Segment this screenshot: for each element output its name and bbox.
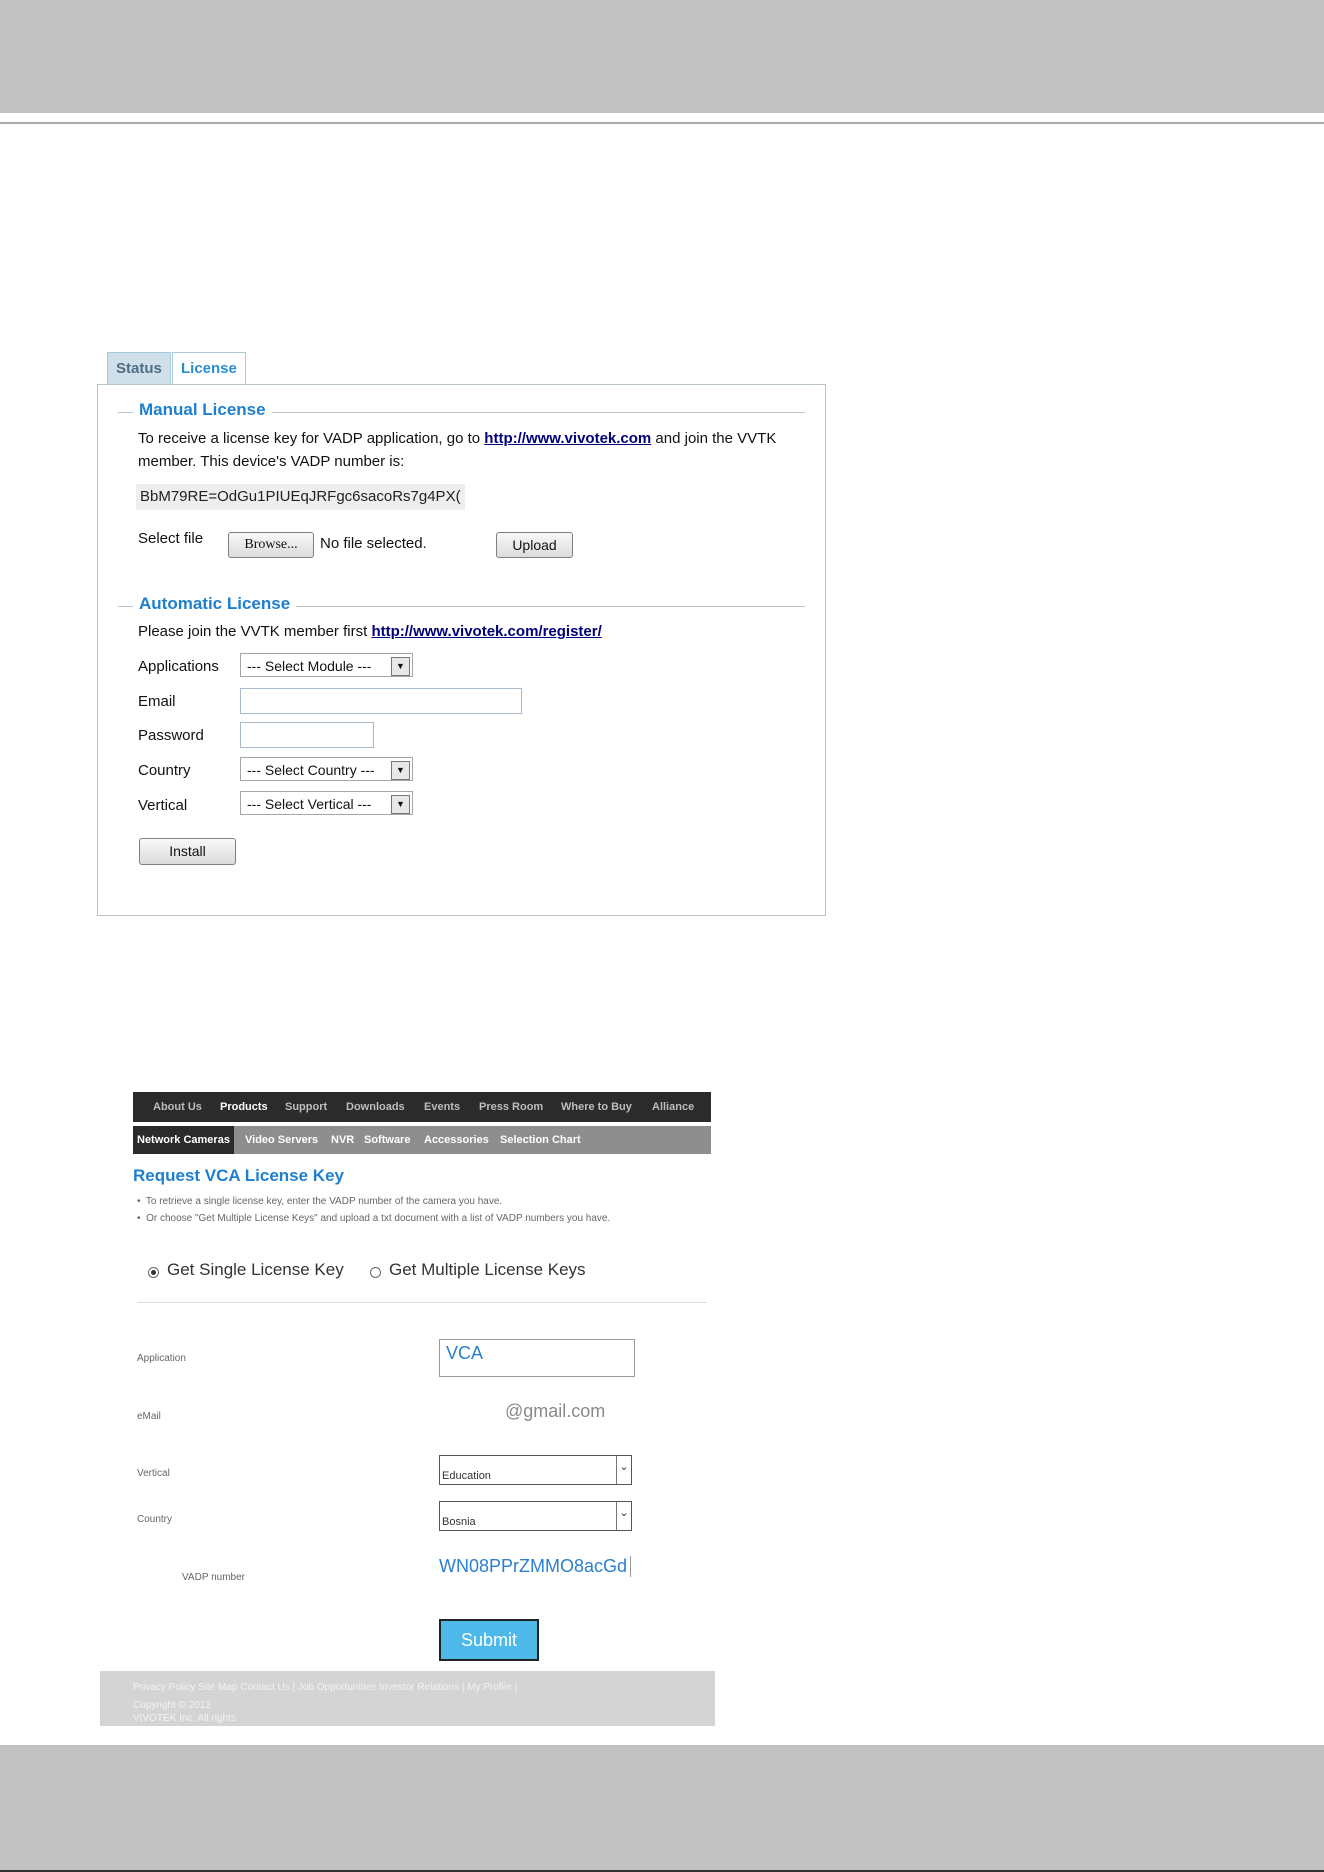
email-value[interactable]: @gmail.com — [505, 1401, 605, 1422]
applications-select[interactable]: --- Select Module --- ▼ — [240, 653, 413, 677]
password-label: Password — [138, 727, 204, 744]
nav-press-room[interactable]: Press Room — [479, 1092, 543, 1122]
footer-company: VIVOTEK Inc. All rights — [133, 1713, 236, 1724]
vertical-label: Vertical — [137, 1468, 170, 1479]
license-settings-screenshot: Status License Manual License To receive… — [97, 352, 826, 916]
chevron-down-icon: ⌄ — [616, 1502, 631, 1530]
site-footer: Privacy Policy Site Map Contact Us | Job… — [100, 1671, 715, 1726]
install-button[interactable]: Install — [139, 838, 236, 865]
nav-support[interactable]: Support — [285, 1092, 327, 1122]
request-vca-license-screenshot: About Us Products Support Downloads Even… — [100, 1058, 715, 1726]
email-label: Email — [138, 693, 176, 710]
upload-button[interactable]: Upload — [496, 532, 573, 558]
header-rule — [0, 122, 1324, 124]
radio-multiple-license-label: Get Multiple License Keys — [389, 1260, 586, 1279]
email-label: eMail — [137, 1411, 161, 1422]
sub-nav: Network Cameras Video Servers NVR Softwa… — [133, 1126, 711, 1154]
password-input[interactable] — [240, 722, 374, 748]
country-select[interactable]: --- Select Country --- ▼ — [240, 757, 413, 781]
nav-downloads[interactable]: Downloads — [346, 1092, 405, 1122]
dropdown-arrow-icon: ▼ — [391, 795, 410, 814]
subnav-nvr[interactable]: NVR — [331, 1126, 354, 1154]
tab-status[interactable]: Status — [107, 352, 171, 384]
country-label: Country — [137, 1514, 173, 1525]
manual-instructions-line1: To receive a license key for VADP applic… — [138, 430, 777, 447]
radio-single-license[interactable] — [148, 1267, 159, 1278]
dropdown-arrow-icon: ▼ — [391, 761, 410, 780]
vertical-label: Vertical — [138, 797, 188, 814]
instruction-bullet-1: • To retrieve a single license key, ente… — [137, 1196, 503, 1207]
subnav-selection-chart[interactable]: Selection Chart — [500, 1126, 581, 1154]
nav-events[interactable]: Events — [424, 1092, 460, 1122]
automatic-instructions: Please join the VVTK member first http:/… — [138, 623, 602, 640]
vadp-number: BbM79RE=OdGu1PIUEqJRFgc6sacoRs7g4PX( — [136, 484, 465, 510]
instruction-bullet-2: • Or choose "Get Multiple License Keys" … — [137, 1213, 611, 1224]
subnav-accessories[interactable]: Accessories — [424, 1126, 489, 1154]
country-select[interactable]: Bosnia ⌄ — [439, 1501, 632, 1531]
nav-products[interactable]: Products — [220, 1092, 268, 1122]
vertical-select[interactable]: --- Select Vertical --- ▼ — [240, 791, 413, 815]
footer-copyright: Copyright © 2012 — [133, 1700, 211, 1711]
footer-links[interactable]: Privacy Policy Site Map Contact Us | Job… — [133, 1682, 517, 1693]
application-label: Application — [137, 1353, 186, 1364]
country-label: Country — [138, 762, 191, 779]
form-divider — [137, 1302, 707, 1303]
chevron-down-icon: ⌄ — [616, 1456, 631, 1484]
nav-where-to-buy[interactable]: Where to Buy — [561, 1092, 632, 1122]
email-input[interactable] — [240, 688, 522, 714]
manual-instructions-line2: member. This device's VADP number is: — [138, 453, 405, 470]
main-nav: About Us Products Support Downloads Even… — [133, 1092, 711, 1122]
register-link[interactable]: http://www.vivotek.com/register/ — [371, 623, 601, 640]
license-panel: Manual License To receive a license key … — [97, 384, 826, 916]
page-header-band — [0, 0, 1324, 113]
vertical-select[interactable]: Education ⌄ — [439, 1455, 632, 1485]
vivotek-link[interactable]: http://www.vivotek.com — [484, 430, 651, 447]
page-title: Request VCA License Key — [133, 1166, 344, 1185]
manual-license-title: Manual License — [133, 400, 272, 420]
radio-single-license-label: Get Single License Key — [167, 1260, 344, 1279]
subnav-network-cameras[interactable]: Network Cameras — [133, 1126, 234, 1154]
vadp-number-field[interactable]: WN08PPrZMMO8acGd — [439, 1556, 632, 1577]
nav-about-us[interactable]: About Us — [153, 1092, 202, 1122]
tab-license[interactable]: License — [172, 352, 246, 385]
submit-button[interactable]: Submit — [439, 1619, 539, 1661]
select-file-label: Select file — [138, 530, 204, 547]
applications-label: Applications — [138, 658, 219, 675]
nav-alliance[interactable]: Alliance — [652, 1092, 694, 1122]
page-footer-band — [0, 1745, 1324, 1872]
automatic-license-title: Automatic License — [133, 594, 297, 614]
subnav-video-servers[interactable]: Video Servers — [245, 1126, 318, 1154]
no-file-text: No file selected. — [320, 535, 427, 552]
browse-button[interactable]: Browse... — [228, 532, 314, 558]
dropdown-arrow-icon: ▼ — [391, 657, 410, 676]
vadp-number-label: VADP number — [182, 1572, 245, 1583]
subnav-software[interactable]: Software — [364, 1126, 410, 1154]
radio-multiple-license[interactable] — [370, 1267, 381, 1278]
application-value: VCA — [446, 1343, 484, 1363]
